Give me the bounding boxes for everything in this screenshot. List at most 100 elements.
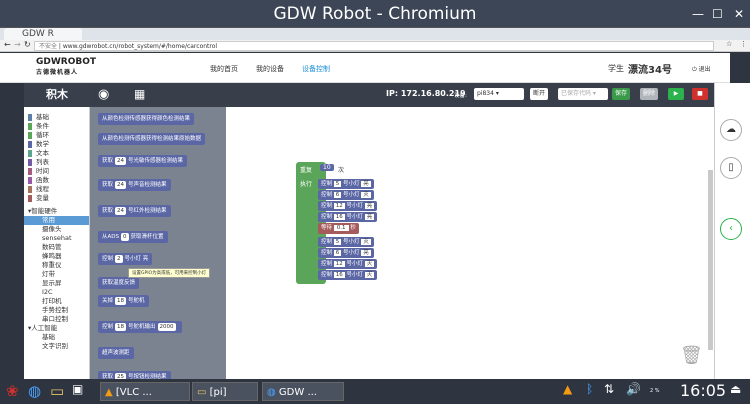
- wait-block[interactable]: 等待 0.1 秒: [318, 223, 359, 234]
- user-name: 漂流34号: [628, 65, 672, 76]
- category-6[interactable]: 时间: [24, 167, 89, 176]
- hardware-item-9[interactable]: 打印机: [24, 297, 89, 306]
- save-button[interactable]: 保存: [612, 88, 631, 100]
- logout-link[interactable]: ⏻ 退出: [692, 64, 711, 74]
- vlc-tray-icon[interactable]: ▲: [563, 382, 572, 396]
- flyout-block-9[interactable]: 控制 18 号舵机输出 2000: [98, 321, 182, 333]
- task-chromium[interactable]: ◍ GDW ...: [262, 382, 344, 401]
- gpio-block[interactable]: 控制 6 号小灯 亮: [318, 248, 374, 258]
- back-icon[interactable]: ←: [4, 40, 11, 49]
- ai-item-1[interactable]: 文字识别: [24, 342, 89, 351]
- flyout-block-0[interactable]: 从颜色检测传感器获得颜色检测结果: [98, 113, 195, 125]
- browser-icon[interactable]: ◍: [28, 382, 41, 400]
- trash-icon[interactable]: 🗑: [680, 345, 703, 366]
- gpio-block[interactable]: 控制 5 号小灯 灭: [318, 237, 374, 247]
- upload-icon[interactable]: ☁: [720, 119, 742, 141]
- site-header: GDWROBOT 古德微机器人 我的首页 我的设备 设备控制 学生 漂流34号 ⏻ 退…: [0, 53, 730, 83]
- workspace[interactable]: 重复 10 次 执行 控制 5 号小灯 亮控制 6 号小灯 灭控制 12 号小灯…: [226, 107, 714, 379]
- star-icon[interactable]: ☆: [726, 40, 732, 48]
- forward-icon[interactable]: →: [14, 40, 21, 49]
- hardware-item-11[interactable]: 串口控制: [24, 315, 89, 324]
- flyout-block-1[interactable]: 从颜色检测传感器获得检测结果原始数据: [98, 133, 206, 145]
- eject-icon[interactable]: ⏏: [730, 382, 741, 396]
- category-hardware[interactable]: ▾ 智能硬件: [24, 207, 89, 216]
- gpio-block[interactable]: 控制 16 号小灯 灭: [318, 270, 378, 280]
- category-5[interactable]: 列表: [24, 158, 89, 167]
- hardware-item-7[interactable]: 显示屏: [24, 279, 89, 288]
- flyout-block-10[interactable]: 超声波测距: [98, 347, 134, 359]
- blocks-panel-title: 积木: [24, 83, 90, 107]
- saved-code-select[interactable]: 已保存代码 ▾: [558, 88, 608, 100]
- category-8[interactable]: 线程: [24, 185, 89, 194]
- logo: GDWROBOT 古德微机器人: [36, 57, 97, 76]
- volume-icon[interactable]: 🔊: [626, 382, 641, 396]
- stop-button[interactable]: ■: [692, 88, 708, 100]
- network-icon[interactable]: ⇅: [604, 382, 614, 396]
- block-flyout: 从颜色检测传感器获得颜色检测结果 从颜色检测传感器获得检测结果原始数据 获取 24 号光…: [90, 107, 226, 383]
- category-7[interactable]: 函数: [24, 176, 89, 185]
- hardware-item-4[interactable]: 蜂鸣器: [24, 252, 89, 261]
- hardware-item-6[interactable]: 灯带: [24, 270, 89, 279]
- category-0[interactable]: 基础: [24, 113, 89, 122]
- hardware-item-10[interactable]: 手势控制: [24, 306, 89, 315]
- hardware-item-1[interactable]: 摄像头: [24, 225, 89, 234]
- stop-icon: ■: [697, 90, 703, 97]
- minimize-icon[interactable]: —: [692, 0, 704, 28]
- menu-icon[interactable]: ⋮: [740, 40, 747, 48]
- disconnect-button[interactable]: 断开: [530, 88, 549, 100]
- flyout-block-8[interactable]: 关掉 18 号舵机: [98, 295, 149, 307]
- category-ai[interactable]: ▾ 人工智能: [24, 324, 89, 333]
- category-1[interactable]: 条件: [24, 122, 89, 131]
- flyout-block-6[interactable]: 控制 2 号小灯 亮: [98, 253, 153, 265]
- hardware-item-3[interactable]: 数码管: [24, 243, 89, 252]
- clock: 16:05: [680, 381, 727, 400]
- reload-icon[interactable]: ↻: [24, 40, 31, 49]
- flyout-block-3[interactable]: 获取 24 号声音检测结果: [98, 179, 171, 191]
- hardware-item-5[interactable]: 称重仪: [24, 261, 89, 270]
- close-icon[interactable]: ✕: [734, 0, 744, 28]
- gpio-block[interactable]: 控制 12 号小灯 亮: [318, 201, 378, 211]
- delete-button[interactable]: 删除: [640, 88, 659, 100]
- gpio-block[interactable]: 控制 5 号小灯 亮: [318, 179, 374, 189]
- vlc-icon: ▲: [105, 387, 113, 398]
- flyout-block-5[interactable]: 从ADS 0 获取滑杆位置: [98, 231, 168, 243]
- gpio-block[interactable]: 控制 16 号小灯 亮: [318, 212, 378, 222]
- hardware-item-2[interactable]: sensehat: [24, 234, 89, 243]
- run-button[interactable]: ▶: [668, 88, 684, 100]
- flyout-block-7[interactable]: 获取温度反馈: [98, 277, 140, 289]
- gpio-block[interactable]: 控制 12 号小灯 灭: [318, 259, 378, 269]
- nav-home[interactable]: 我的首页: [210, 64, 238, 74]
- grid-icon[interactable]: ▦: [134, 87, 145, 101]
- url-field[interactable]: 不安全 | www.gdwrobot.cn/robot_system/#/hom…: [34, 41, 714, 51]
- task-files[interactable]: ▭ [pi]: [192, 382, 258, 401]
- phone-icon[interactable]: ▯: [720, 157, 742, 179]
- collapse-icon[interactable]: ‹: [720, 218, 742, 240]
- hardware-item-8[interactable]: I2C: [24, 288, 89, 297]
- camera-icon[interactable]: ◉: [98, 87, 109, 102]
- nav-devices[interactable]: 我的设备: [256, 64, 284, 74]
- device-select[interactable]: pi834 ▾: [474, 88, 524, 100]
- hardware-item-0[interactable]: 常用: [24, 216, 89, 225]
- repeat-count[interactable]: 10: [320, 164, 334, 171]
- task-vlc[interactable]: ▲ [VLC ...: [100, 382, 190, 401]
- category-2[interactable]: 循环: [24, 131, 89, 140]
- bluetooth-icon[interactable]: ᛒ: [586, 382, 593, 396]
- folder-icon[interactable]: ▭: [50, 382, 64, 400]
- flyout-block-2[interactable]: 获取 24 号光敏传感器检测结果: [98, 155, 188, 167]
- taskbar: ❀ ◍ ▭ ▣ ▲ [VLC ... ▭ [pi] ◍ GDW ... ▲ ᛒ …: [0, 379, 750, 404]
- nav-device-control[interactable]: 设备控制: [302, 64, 330, 74]
- category-3[interactable]: 数学: [24, 140, 89, 149]
- category-9[interactable]: 变量: [24, 194, 89, 203]
- scrollbar[interactable]: [708, 170, 713, 350]
- category-4[interactable]: 文本: [24, 149, 89, 158]
- url-text: www.gdwrobot.cn/robot_system/#/home/carc…: [62, 43, 218, 50]
- power-icon: ⏻: [692, 66, 697, 73]
- maximize-icon[interactable]: ☐: [712, 0, 723, 28]
- browser-tab[interactable]: GDW R: [4, 28, 82, 40]
- terminal-icon[interactable]: ▣: [72, 382, 83, 396]
- gpio-block[interactable]: 控制 6 号小灯 灭: [318, 190, 374, 200]
- raspberry-icon[interactable]: ❀: [6, 382, 19, 400]
- tab-title: GDW R: [22, 29, 54, 39]
- flyout-block-4[interactable]: 获取 24 号红外检测结果: [98, 205, 171, 217]
- ai-item-0[interactable]: 基础: [24, 333, 89, 342]
